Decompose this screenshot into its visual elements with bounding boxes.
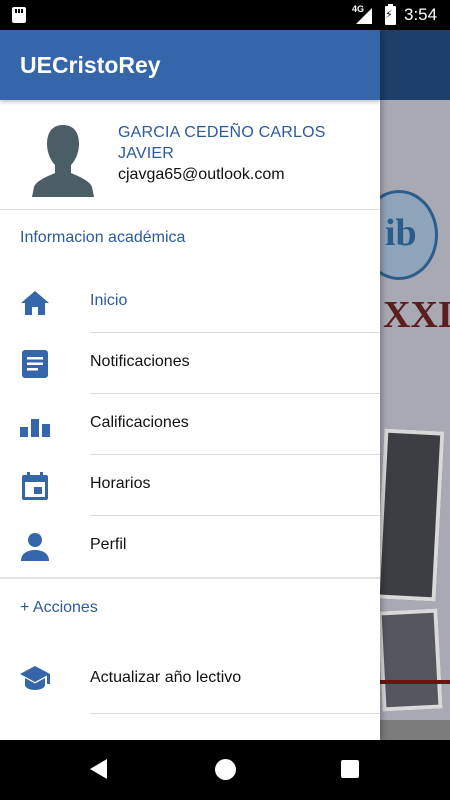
app-title: UECristoRey	[20, 52, 161, 78]
menu-item-actualizar-ano-lectivo[interactable]: Actualizar año lectivo	[0, 639, 380, 714]
sd-card-icon	[12, 7, 26, 23]
menu-item-label: Actualizar año lectivo	[90, 669, 242, 686]
user-email: cjavga65@outlook.com	[118, 166, 285, 183]
battery-charging-icon	[385, 4, 396, 25]
home-icon	[21, 291, 49, 315]
user-profile[interactable]: GARCIA CEDEÑO CARLOS JAVIER cjavga65@out…	[0, 100, 380, 210]
poster-divider	[380, 680, 450, 684]
menu-item-perfil[interactable]: Perfil	[0, 516, 380, 577]
person-silhouette-icon	[32, 125, 94, 197]
signal-icon	[356, 8, 372, 24]
recents-icon[interactable]	[341, 760, 359, 778]
menu-item-notificaciones[interactable]: Notificaciones	[0, 333, 380, 394]
menu-item-inicio[interactable]: Inicio	[0, 272, 380, 333]
bar-chart-icon	[20, 419, 50, 437]
divider	[90, 713, 380, 714]
graduation-cap-icon	[20, 666, 50, 690]
system-navigation-bar	[0, 740, 450, 800]
poster-text: XXI	[383, 294, 450, 336]
menu-item-horarios[interactable]: Horarios	[0, 455, 380, 516]
actions-label: + Acciones	[20, 599, 98, 616]
menu-item-label: Calificaciones	[90, 414, 189, 431]
poster-photo	[375, 428, 445, 602]
document-icon	[22, 350, 48, 378]
navigation-drawer: UECristoRey GARCIA CEDEÑO CARLOS JAVIER …	[0, 30, 380, 740]
home-icon[interactable]	[215, 759, 236, 780]
drawer-header: UECristoRey	[0, 30, 380, 100]
menu-item-label: Notificaciones	[90, 353, 190, 370]
calendar-icon	[22, 472, 48, 500]
academic-section-header: Informacion académica	[0, 210, 380, 272]
actions-section-toggle[interactable]: + Acciones	[0, 579, 380, 639]
back-icon[interactable]	[90, 759, 107, 779]
menu-item-label: Perfil	[90, 536, 127, 553]
menu-item-label: Horarios	[90, 475, 151, 492]
user-name: GARCIA CEDEÑO CARLOS JAVIER	[118, 124, 326, 162]
status-bar: 4G 3:54	[0, 0, 450, 30]
menu-item-label: Inicio	[90, 292, 128, 309]
person-icon	[21, 533, 49, 561]
clock: 3:54	[404, 5, 438, 24]
menu-item-calificaciones[interactable]: Calificaciones	[0, 394, 380, 455]
poster-photo	[377, 608, 443, 712]
academic-section-label: Informacion académica	[20, 229, 186, 246]
